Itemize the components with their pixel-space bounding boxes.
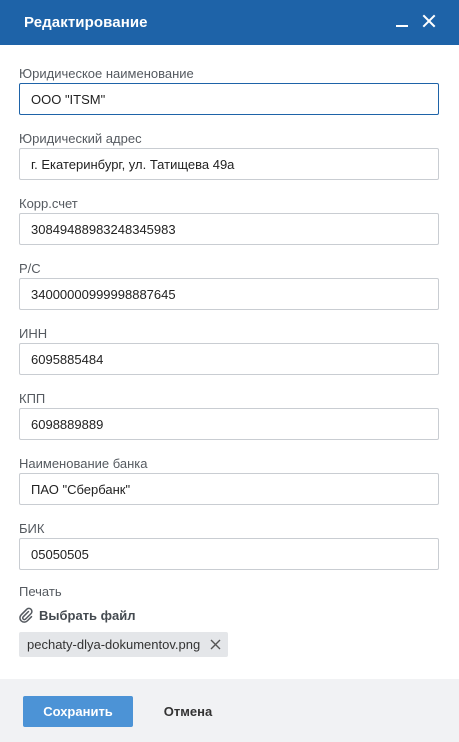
field-legal-name: Юридическое наименование [19, 62, 439, 127]
field-inn: ИНН [19, 322, 439, 387]
field-label: Р/С [19, 261, 41, 276]
save-button[interactable]: Сохранить [23, 696, 133, 727]
field-settlement-account: Р/С [19, 257, 439, 322]
settlement-account-input[interactable] [19, 278, 439, 310]
kpp-input[interactable] [19, 408, 439, 440]
minimize-icon [396, 25, 408, 27]
requisites-form: Юридическое наименование Юридический адр… [19, 62, 439, 582]
attached-file-name: pechaty-dlya-dokumentov.png [27, 637, 201, 652]
dialog-title: Редактирование [24, 14, 148, 31]
legal-address-input[interactable] [19, 148, 439, 180]
edit-dialog: Редактирование Юридическое наименование … [0, 0, 459, 742]
field-label: ИНН [19, 326, 48, 341]
field-label: Юридический адрес [19, 131, 142, 146]
minimize-button[interactable] [391, 10, 413, 32]
field-label: БИК [19, 521, 45, 536]
close-icon [422, 14, 436, 28]
field-label: Наименование банка [19, 456, 148, 471]
field-label: Юридическое наименование [19, 66, 194, 81]
legal-name-input[interactable] [19, 83, 439, 115]
field-kpp: КПП [19, 387, 439, 452]
cancel-button[interactable]: Отмена [150, 696, 226, 727]
attached-file-chip: pechaty-dlya-dokumentov.png [19, 632, 228, 657]
field-corr-account: Корр.счет [19, 192, 439, 257]
corr-account-input[interactable] [19, 213, 439, 245]
close-button[interactable] [418, 10, 440, 32]
paperclip-icon [19, 607, 33, 623]
dialog-footer: Сохранить Отмена [0, 679, 459, 742]
field-legal-address: Юридический адрес [19, 127, 439, 192]
inn-input[interactable] [19, 343, 439, 375]
field-label: Корр.счет [19, 196, 78, 211]
stamp-label: Печать [19, 584, 62, 599]
dialog-header: Редактирование [0, 0, 459, 45]
remove-file-button[interactable] [209, 638, 222, 651]
choose-file-label: Выбрать файл [39, 607, 136, 623]
bik-input[interactable] [19, 538, 439, 570]
bank-name-input[interactable] [19, 473, 439, 505]
field-label: КПП [19, 391, 46, 406]
field-bik: БИК [19, 517, 439, 582]
close-icon [210, 639, 221, 650]
field-bank-name: Наименование банка [19, 452, 439, 517]
choose-file-button[interactable]: Выбрать файл [19, 606, 136, 624]
